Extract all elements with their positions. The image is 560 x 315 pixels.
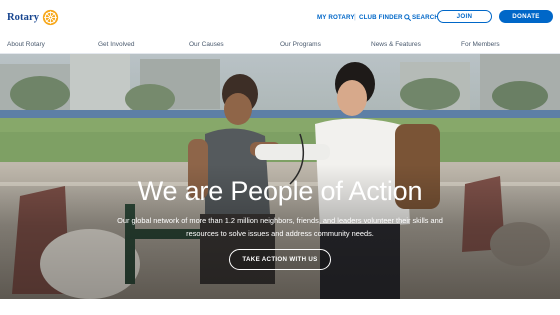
logo-text: Rotary [7,11,40,23]
club-finder-link[interactable]: CLUB FINDER [359,0,403,34]
rotary-logo[interactable]: Rotary [7,7,59,27]
hero-headline: We are People of Action [137,176,423,206]
page-bottom [0,299,560,315]
donate-button[interactable]: DONATE [499,10,553,23]
rotary-wheel-icon [42,9,59,25]
search-icon [404,13,411,21]
hero-banner: We are People of Action Our global netwo… [0,54,560,299]
search-label: SEARCH [412,13,440,21]
search-link[interactable]: SEARCH [404,0,439,34]
nav-item-get-involved[interactable]: Get Involved [98,34,135,54]
nav-item-our-causes[interactable]: Our Causes [189,34,224,54]
nav-item-news-features[interactable]: News & Features [371,34,421,54]
top-header: Rotary MY ROTARY | CLUB FINDER SEARCH JO… [0,0,560,34]
main-nav: About Rotary Get Involved Our Causes Our… [0,34,560,54]
nav-item-our-programs[interactable]: Our Programs [280,34,321,54]
my-rotary-link[interactable]: MY ROTARY [317,0,355,34]
take-action-button[interactable]: TAKE ACTION WITH US [229,249,331,270]
utility-separator: | [354,13,356,21]
hero-subtext: Our global network of more than 1.2 mill… [117,216,443,238]
nav-item-for-members[interactable]: For Members [461,34,500,54]
join-button[interactable]: JOIN [437,10,492,23]
nav-item-about-rotary[interactable]: About Rotary [7,34,45,54]
